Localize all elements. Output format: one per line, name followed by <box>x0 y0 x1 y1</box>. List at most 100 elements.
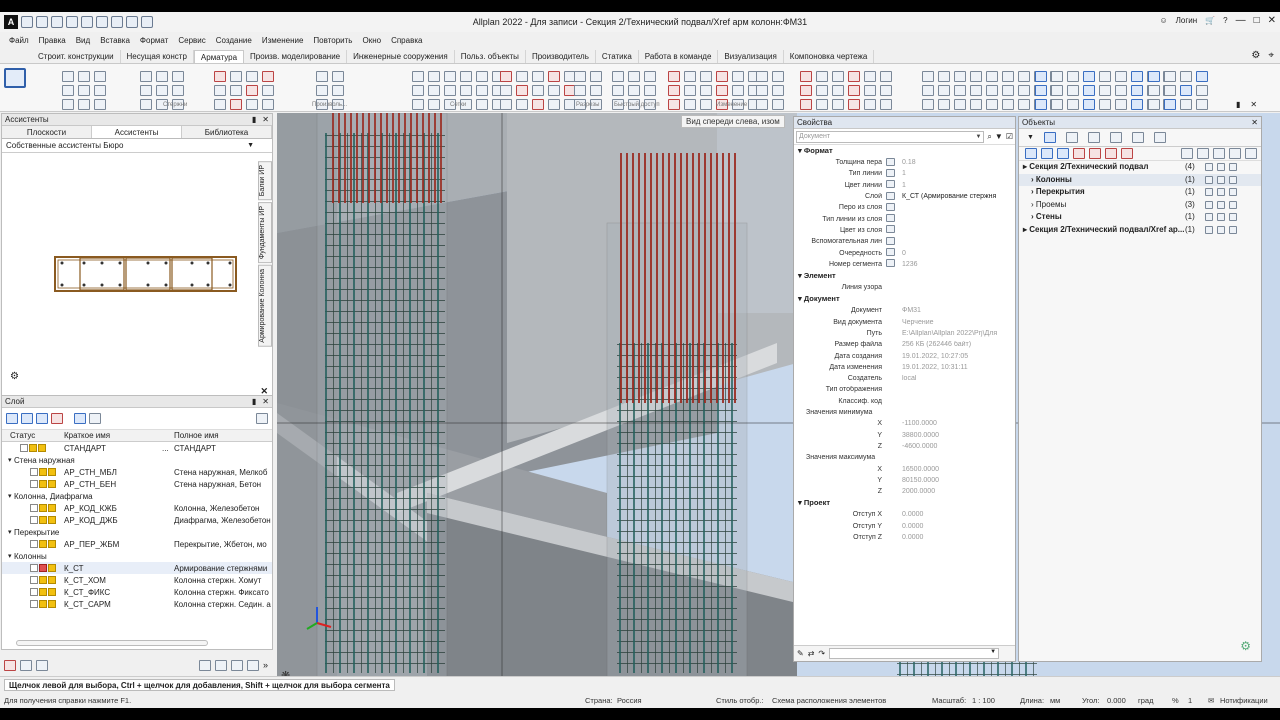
layer-lock-swatch[interactable] <box>48 516 56 524</box>
property-icon[interactable] <box>886 168 902 179</box>
save-icon[interactable] <box>51 16 63 28</box>
ribbon-tool-icon[interactable] <box>832 99 844 110</box>
property-icon[interactable] <box>886 157 902 168</box>
user-icon[interactable]: ☺ <box>1159 16 1167 25</box>
ribbon-tool-icon[interactable] <box>1164 71 1176 82</box>
ribbon-tool-icon[interactable] <box>816 85 828 96</box>
ribbon-tool-icon[interactable] <box>1083 85 1095 96</box>
brush-icon[interactable]: ✎ <box>797 649 804 658</box>
property-value[interactable]: 19.01.2022, 10:27:05 <box>902 353 1015 360</box>
ribbon-tool-icon[interactable] <box>412 71 424 82</box>
menu-item[interactable]: Файл <box>4 36 34 45</box>
visibility-checkbox[interactable] <box>30 468 38 476</box>
layer-status[interactable] <box>2 600 64 608</box>
ribbon-tool-icon[interactable] <box>1067 71 1079 82</box>
ribbon-tool-icon[interactable] <box>848 71 860 82</box>
expand-icon[interactable]: ▾ <box>2 456 14 464</box>
ribbon-tool-icon[interactable] <box>476 71 488 82</box>
ribbon-tool-icon[interactable] <box>628 71 640 82</box>
layer-row[interactable]: АР_КОД_КЖБ Колонна, Железобетон <box>2 502 272 514</box>
ribbon-tool-icon[interactable] <box>1002 71 1014 82</box>
layer-color-swatch[interactable] <box>39 516 47 524</box>
visibility-checkbox[interactable] <box>30 600 38 608</box>
remove-layer-icon[interactable] <box>21 413 33 424</box>
ribbon-tool-icon[interactable] <box>1002 99 1014 110</box>
ribbon-tool-icon[interactable] <box>700 85 712 96</box>
ribbon-tool-icon[interactable] <box>1164 99 1176 110</box>
structure-view-icon[interactable] <box>1043 132 1056 143</box>
property-value[interactable]: 38800.0000 <box>902 432 1015 439</box>
layer-lock-swatch[interactable] <box>48 600 56 608</box>
layer-row[interactable]: СТАНДАРТ... СТАНДАРТ <box>2 442 272 454</box>
property-value[interactable]: local <box>902 375 1015 382</box>
ribbon-tool-icon[interactable] <box>444 85 456 96</box>
property-value[interactable]: 1 <box>902 170 1015 177</box>
search-icon[interactable] <box>256 413 268 424</box>
ribbon-tool-icon[interactable] <box>880 99 892 110</box>
object-tree-item[interactable]: ▸ Секция 2/Технический подвал (4) <box>1019 161 1261 174</box>
document-view-icon[interactable] <box>1065 132 1078 143</box>
ribbon-tool-icon[interactable] <box>140 85 152 96</box>
col-short-name[interactable]: Краткое имя <box>64 431 174 440</box>
layer-row[interactable]: К_СТ_ФИКС Колонна стержн. Фиксато <box>2 586 272 598</box>
ribbon-tool-icon[interactable] <box>880 71 892 82</box>
checkbox-icon[interactable] <box>1229 163 1237 171</box>
ribbon-tool-icon[interactable] <box>732 85 744 96</box>
property-value[interactable]: -1100.0000 <box>902 420 1015 427</box>
notifications-button[interactable]: Нотификации <box>1220 694 1268 708</box>
open-file-icon[interactable] <box>36 16 48 28</box>
checkbox-icon[interactable] <box>1229 225 1237 234</box>
document-filter-select[interactable]: Документ ▼ <box>796 130 985 143</box>
ribbon-tool-icon[interactable] <box>532 71 544 82</box>
country-value[interactable]: Россия <box>617 694 642 708</box>
bell-icon[interactable]: ✉ <box>1208 694 1214 708</box>
tree-action-icon[interactable] <box>1057 148 1069 159</box>
ribbon-tool-icon[interactable] <box>1018 85 1030 96</box>
ribbon-tool-icon[interactable] <box>460 71 472 82</box>
ribbon-tab[interactable]: Польз. объекты <box>455 50 526 63</box>
property-icon[interactable] <box>886 191 902 202</box>
ribbon-tool-icon[interactable] <box>954 71 966 82</box>
tools-icon[interactable] <box>141 16 153 28</box>
layer-status[interactable] <box>2 516 64 524</box>
pin-icon[interactable]: ▮ <box>252 396 256 408</box>
ribbon-tool-icon[interactable] <box>1196 85 1208 96</box>
login-label[interactable]: Логин <box>1176 16 1198 25</box>
ribbon-tool-icon[interactable] <box>62 71 74 82</box>
ribbon-tool-icon[interactable] <box>684 85 696 96</box>
layer-color-swatch[interactable] <box>39 468 47 476</box>
assistants-tab[interactable]: Библиотека <box>182 126 272 138</box>
object-tree-item[interactable]: › Стены (1) <box>1019 211 1261 224</box>
ribbon-tab[interactable]: Работа в команде <box>639 50 719 63</box>
ribbon-tool-icon[interactable] <box>800 71 812 82</box>
visibility-icon[interactable] <box>1205 163 1213 171</box>
frame-icon[interactable] <box>1245 148 1257 159</box>
ribbon-tool-icon[interactable] <box>94 85 106 96</box>
ribbon-tool-icon[interactable] <box>246 99 258 110</box>
ribbon-tool-icon[interactable] <box>986 85 998 96</box>
ribbon-tab[interactable]: Компоновка чертежа <box>784 50 875 63</box>
angle-value[interactable]: 0.000 <box>1107 694 1126 708</box>
percent-value[interactable]: 1 <box>1188 694 1192 708</box>
eye-icon[interactable] <box>1213 148 1225 159</box>
ribbon-tool-icon[interactable] <box>938 85 950 96</box>
col-full-name[interactable]: Полное имя <box>174 431 219 440</box>
layer-status[interactable] <box>2 480 64 488</box>
layer-lock-swatch[interactable] <box>48 480 56 488</box>
ribbon-tool-icon[interactable] <box>756 99 768 110</box>
visibility-checkbox[interactable] <box>30 564 38 572</box>
object-tree-item[interactable]: › Перекрытия (1) <box>1019 186 1261 199</box>
assistant-select[interactable]: Собственные ассистенты Бюро ▼ <box>2 139 272 153</box>
layer-status[interactable] <box>2 504 64 512</box>
layer-back-icon[interactable] <box>74 413 86 424</box>
ribbon-tab[interactable]: Производитель <box>526 50 596 63</box>
visibility-checkbox[interactable] <box>30 588 38 596</box>
ribbon-tool-icon[interactable] <box>78 85 90 96</box>
chevron-down-icon[interactable]: ▼ <box>1027 134 1034 141</box>
tool-icon[interactable] <box>36 659 48 671</box>
ribbon-tool-icon[interactable] <box>532 99 544 110</box>
ribbon-tool-icon[interactable] <box>986 99 998 110</box>
property-value[interactable]: 2000.0000 <box>902 488 1015 495</box>
tag-view-icon[interactable] <box>1153 132 1166 143</box>
ribbon-tool-icon[interactable] <box>262 71 274 82</box>
